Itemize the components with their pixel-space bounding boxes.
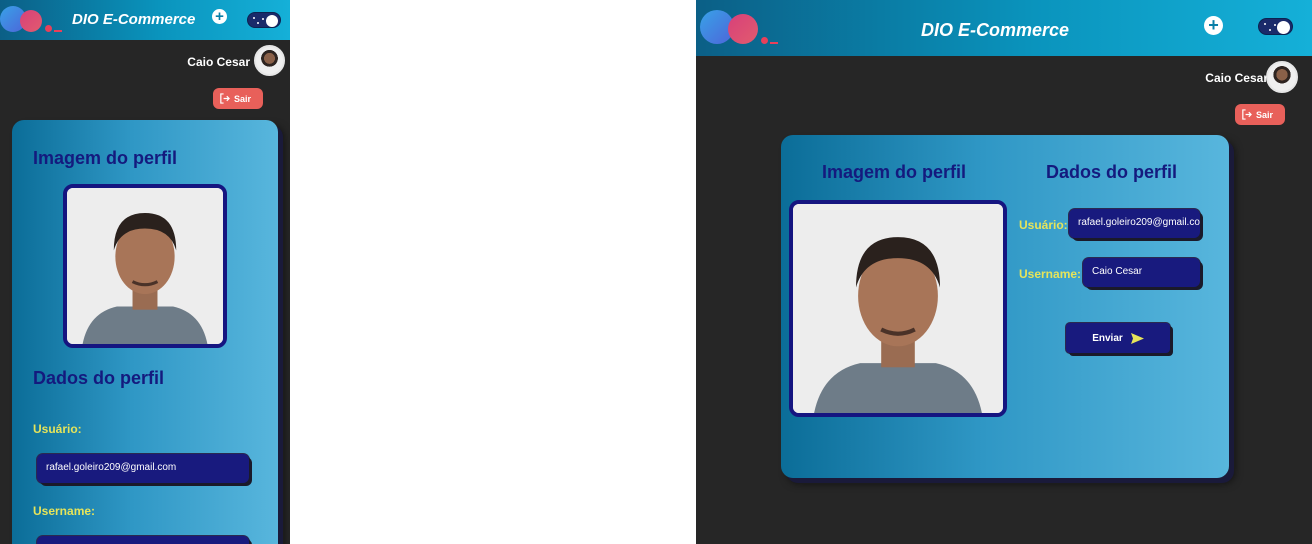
avatar[interactable]	[254, 45, 285, 76]
profile-photo[interactable]	[63, 184, 227, 348]
image-section-title: Imagem do perfil	[822, 162, 967, 182]
app-header: DIO E-Commerce +	[696, 0, 1312, 56]
send-label: Enviar	[1092, 332, 1123, 344]
logout-button[interactable]: Sair	[1235, 104, 1285, 125]
dio-logo[interactable]	[700, 10, 778, 44]
data-section-title: Dados do perfil	[33, 368, 165, 388]
toggle-knob	[266, 15, 278, 27]
app-title: DIO E-Commerce	[921, 20, 1070, 40]
usuario-field[interactable]: rafael.goleiro209@gmail.com	[37, 454, 249, 483]
dio-logo[interactable]	[0, 6, 62, 32]
theme-toggle[interactable]	[247, 12, 281, 28]
usuario-label: Usuário:	[33, 422, 82, 436]
desktop-view: DIO E-Commerce + Caio Cesar Sair Imagem …	[696, 0, 1312, 544]
profile-photo[interactable]	[789, 200, 1007, 417]
logout-label: Sair	[1256, 109, 1274, 120]
logout-label: Sair	[234, 93, 252, 104]
app-header: DIO E-Commerce +	[0, 0, 290, 40]
user-name: Caio Cesar	[187, 55, 250, 69]
mobile-view: DIO E-Commerce + Caio Cesar Sair Imagem …	[0, 0, 290, 544]
data-section-title: Dados do perfil	[1046, 162, 1178, 182]
username-field[interactable]	[37, 536, 249, 544]
add-product-icon[interactable]: +	[1204, 16, 1223, 35]
profile-card: Imagem do perfil Dados do perfil Usuário…	[12, 120, 278, 544]
usuario-field[interactable]: rafael.goleiro209@gmail.com	[1069, 209, 1200, 238]
toggle-knob	[1277, 21, 1290, 34]
username-label: Username:	[33, 504, 96, 518]
avatar[interactable]	[1266, 61, 1298, 93]
usuario-label: Usuário:	[1019, 218, 1068, 232]
app-title: DIO E-Commerce	[72, 11, 196, 28]
profile-card: Imagem do perfil Dados do perfil Usuário…	[781, 135, 1229, 478]
add-product-icon[interactable]: +	[212, 9, 227, 24]
logout-button[interactable]: Sair	[213, 88, 263, 109]
send-button[interactable]: Enviar	[1066, 323, 1170, 353]
username-label: Username:	[1019, 267, 1082, 281]
username-field[interactable]: Caio Cesar	[1083, 258, 1200, 287]
theme-toggle[interactable]	[1258, 18, 1293, 35]
logout-icon	[1242, 109, 1252, 120]
send-icon	[1130, 332, 1144, 344]
user-name: Caio Cesar	[1205, 71, 1268, 85]
image-section-title: Imagem do perfil	[33, 148, 178, 168]
logout-icon	[220, 93, 230, 104]
